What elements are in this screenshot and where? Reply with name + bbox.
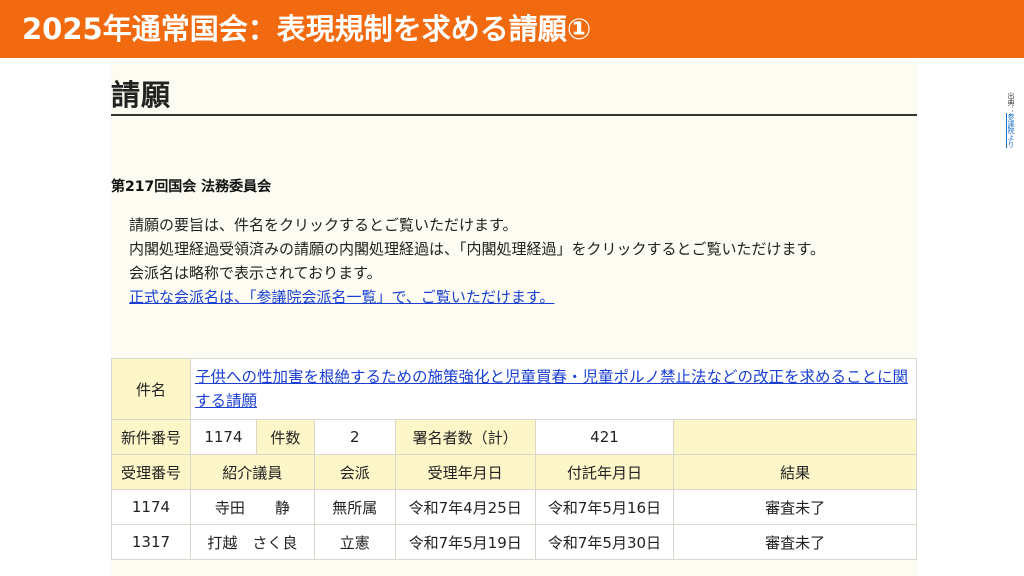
subject-cell: 子供への性加害を根絶するための施策強化と児童買春・児童ポルノ禁止法などの改正を求… [189,358,918,420]
faction-list-link[interactable]: 正式な会派名は、「参議院会派名一覧」で、ご覧いただけます。 [129,288,554,306]
faction: 無所属 [313,489,396,525]
petition-subject-link[interactable]: 子供への性加害を根絶するための施策強化と児童買春・児童ポルノ禁止法などの改正を求… [195,368,908,410]
result: 審査未了 [673,489,917,525]
signers-label: 署名者数（計） [394,419,536,455]
subject-row: 件名 子供への性加害を根絶するための施策強化と児童買春・児童ポルノ禁止法などの改… [111,358,918,420]
summary-blank [673,419,917,455]
slide-title: 2025年通常国会：表現規制を求める請願① [0,0,1024,58]
referral-date: 令和7年5月16日 [534,489,675,525]
summary-row: 新件番号 1174 件数 2 署名者数（計） 421 [111,419,917,455]
source-credit: 出典：参議院より [1004,92,1018,148]
result: 審査未了 [673,524,917,560]
col-faction: 会派 [313,454,396,490]
referral-date: 令和7年5月30日 [534,524,675,560]
new-no-label: 新件番号 [111,419,191,455]
receipt-no: 1174 [111,489,191,525]
count-label: 件数 [255,419,315,455]
faction: 立憲 [313,524,396,560]
table-row: 1317 打越 さく良 立憲 令和7年5月19日 令和7年5月30日 審査未了 [111,524,917,560]
note-line: 請願の要旨は、件名をクリックするとご覧いただけます。 [129,216,518,234]
receipt-date: 令和7年5月19日 [394,524,536,560]
signers-value: 421 [534,419,675,455]
col-receipt-date: 受理年月日 [394,454,536,490]
col-receipt-no: 受理番号 [111,454,191,490]
receipt-date: 令和7年4月25日 [394,489,536,525]
petition-page: 請願 第217回国会 法務委員会 請願の要旨は、件名をクリックするとご覧いただけ… [111,62,918,576]
source-label: 出典： [1007,92,1015,113]
introducer: 打越 さく良 [189,524,315,560]
receipt-no: 1317 [111,524,191,560]
table-row: 1174 寺田 静 無所属 令和7年4月25日 令和7年5月16日 審査未了 [111,489,917,525]
col-result: 結果 [673,454,917,490]
col-introducer: 紹介議員 [189,454,315,490]
subject-label: 件名 [111,358,191,420]
title-divider [111,114,917,116]
column-header-row: 受理番号 紹介議員 会派 受理年月日 付託年月日 結果 [111,454,917,490]
count-value: 2 [313,419,396,455]
committee-name: 第217回国会 法務委員会 [111,179,272,195]
petition-table: 件名 子供への性加害を根絶するための施策強化と児童買春・児童ポルノ禁止法などの改… [111,358,918,560]
introducer: 寺田 静 [189,489,315,525]
col-referral-date: 付託年月日 [534,454,675,490]
new-no-value: 1174 [189,419,257,455]
note-line: 内閣処理経過受領済みの請願の内閣処理経過は、「内閣処理経過」をクリックするとご覧… [129,240,826,258]
note-line: 会派名は略称で表示されております。 [129,264,382,282]
page-title: 請願 [111,78,172,112]
source-link[interactable]: 参議院より [1007,113,1015,148]
instructions: 請願の要旨は、件名をクリックするとご覧いただけます。 内閣処理経過受領済みの請願… [129,213,917,309]
